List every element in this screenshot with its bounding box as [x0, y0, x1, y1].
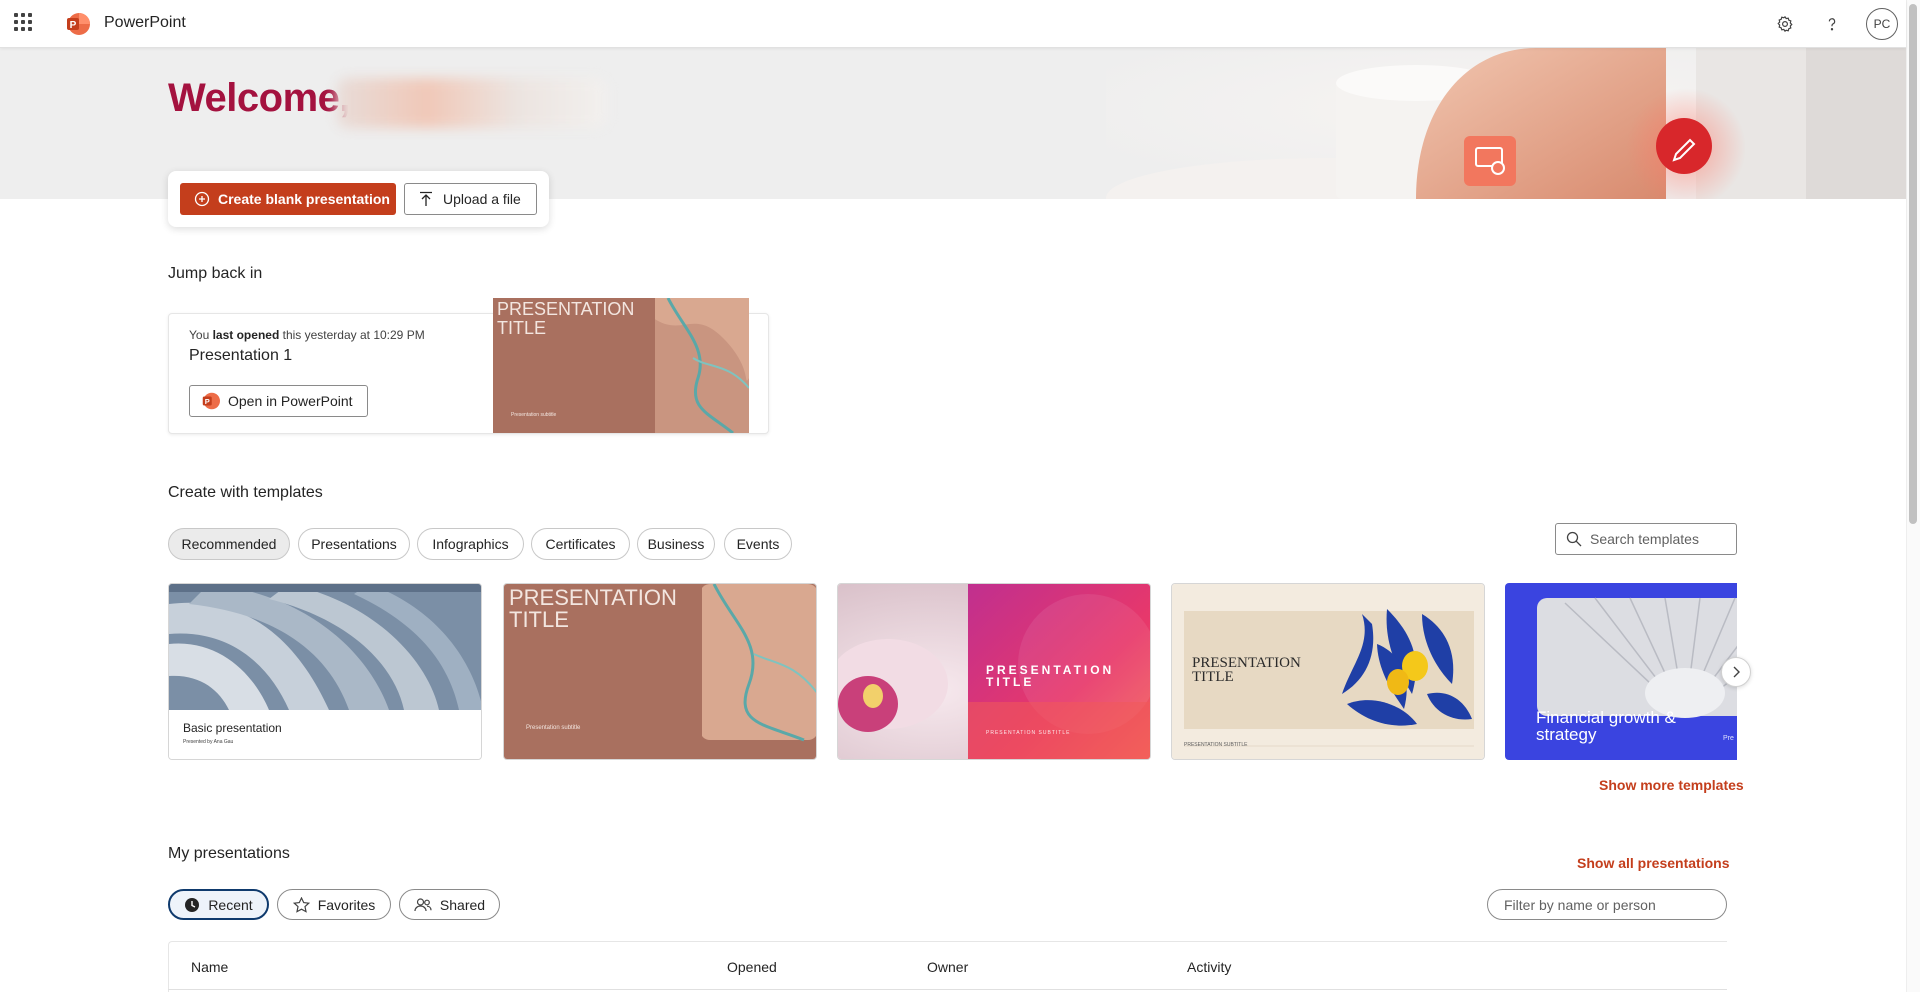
meta-suffix: this yesterday at 10:29 PM — [279, 328, 425, 342]
svg-text:P: P — [205, 397, 210, 406]
table-divider — [168, 989, 1727, 990]
template-title: PRESENTATION TITLE — [1192, 655, 1301, 685]
show-all-presentations-link[interactable]: Show all presentations — [1577, 855, 1729, 871]
search-templates-input[interactable] — [1590, 531, 1720, 547]
chevron-right-icon — [1733, 666, 1740, 678]
tab-shared-label: Shared — [439, 896, 486, 913]
search-templates-box[interactable] — [1555, 523, 1737, 555]
powerpoint-logo-icon: P — [67, 13, 90, 35]
template-card-lemons[interactable]: PRESENTATION TITLE PRESENTATION SUBTITLE — [1171, 583, 1485, 760]
meta-bold: last opened — [212, 328, 280, 342]
template-card-terracotta[interactable]: PRESENTATION TITLE Presentation subtitle — [503, 583, 817, 760]
search-icon — [1566, 531, 1582, 547]
tab-shared[interactable]: Shared — [399, 889, 500, 920]
add-circle-icon — [194, 191, 210, 207]
upload-file-button[interactable]: Upload a file — [404, 183, 537, 215]
template-sub: Pre — [1723, 735, 1734, 742]
quick-actions-card: Create blank presentation Upload a file — [168, 171, 549, 227]
people-icon — [414, 897, 432, 911]
page-scrollbar-thumb[interactable] — [1909, 4, 1917, 524]
template-sub: Presented by Ana Gau — [183, 739, 234, 745]
filter-presentations-input[interactable] — [1504, 896, 1714, 913]
jump-back-heading: Jump back in — [168, 265, 263, 282]
app-launcher-icon[interactable] — [14, 13, 34, 33]
presentations-table-header: Name Opened Owner Activity — [168, 941, 1727, 992]
templates-next-button[interactable] — [1721, 657, 1751, 687]
column-owner[interactable]: Owner — [927, 959, 968, 975]
welcome-heading: Welcome, — [168, 76, 351, 120]
filter-recommended[interactable]: Recommended — [168, 528, 290, 560]
template-card-magnolia[interactable]: PRESENTATION TITLE PRESENTATION SUBTITLE — [837, 583, 1151, 760]
help-icon[interactable] — [1820, 12, 1844, 36]
template-title: PRESENTATION TITLE — [986, 663, 1115, 689]
filter-presentations-box[interactable] — [1487, 889, 1727, 920]
template-image-stairs — [169, 584, 481, 710]
create-blank-presentation-button[interactable]: Create blank presentation — [180, 183, 396, 215]
meta-prefix: You — [189, 328, 213, 342]
template-card-basic[interactable]: Basic presentation Presented by Ana Gau — [168, 583, 482, 760]
column-name[interactable]: Name — [191, 959, 228, 975]
open-in-powerpoint-button[interactable]: P Open in PowerPoint — [189, 385, 368, 417]
column-opened[interactable]: Opened — [727, 959, 777, 975]
tab-favorites[interactable]: Favorites — [277, 889, 391, 920]
filter-events[interactable]: Events — [724, 528, 792, 560]
upload-arrow-icon — [420, 191, 432, 206]
template-title: Financial growth & strategy — [1536, 708, 1676, 744]
filter-business[interactable]: Business — [637, 528, 715, 560]
banner-illustration — [1106, 48, 1906, 199]
recent-file-thumbnail[interactable]: PRESENTATION TITLE Presentation subtitle — [493, 298, 749, 433]
column-activity[interactable]: Activity — [1187, 959, 1231, 975]
thumb-subtitle: Presentation subtitle — [511, 412, 557, 418]
template-card-financial[interactable]: Financial growth & strategy Pre — [1505, 583, 1737, 760]
star-icon — [292, 896, 310, 913]
app-name[interactable]: PowerPoint — [104, 14, 186, 32]
template-sub: PRESENTATION SUBTITLE — [986, 730, 1071, 736]
user-avatar[interactable]: PC — [1866, 8, 1898, 40]
tab-recent-label: Recent — [208, 896, 253, 913]
filter-infographics[interactable]: Infographics — [417, 528, 524, 560]
clock-icon — [185, 897, 200, 912]
upload-label: Upload a file — [443, 191, 521, 207]
tab-recent[interactable]: Recent — [168, 889, 269, 920]
svg-text:P: P — [70, 20, 77, 31]
template-sub: Presentation subtitle — [526, 725, 581, 731]
redacted-user-name — [337, 78, 607, 128]
show-more-templates-link[interactable]: Show more templates — [1599, 777, 1744, 793]
thumb-title: PRESENTATION TITLE — [497, 299, 635, 338]
template-caption: Basic presentation — [183, 721, 282, 735]
last-opened-text: You last opened this yesterday at 10:29 … — [189, 328, 425, 342]
template-sub: PRESENTATION SUBTITLE — [1184, 742, 1248, 748]
create-blank-label: Create blank presentation — [218, 191, 390, 207]
filter-presentations[interactable]: Presentations — [298, 528, 410, 560]
recent-file-name[interactable]: Presentation 1 — [189, 347, 292, 365]
my-presentations-heading: My presentations — [168, 845, 290, 862]
filter-certificates[interactable]: Certificates — [531, 528, 630, 560]
tab-favorites-label: Favorites — [317, 896, 376, 913]
template-title: PRESENTATION TITLE — [509, 585, 677, 632]
settings-gear-icon[interactable] — [1773, 12, 1797, 36]
powerpoint-small-icon: P — [202, 392, 220, 410]
open-label: Open in PowerPoint — [228, 393, 353, 409]
templates-heading: Create with templates — [168, 484, 323, 501]
top-bar: P PowerPoint PC — [0, 0, 1906, 48]
